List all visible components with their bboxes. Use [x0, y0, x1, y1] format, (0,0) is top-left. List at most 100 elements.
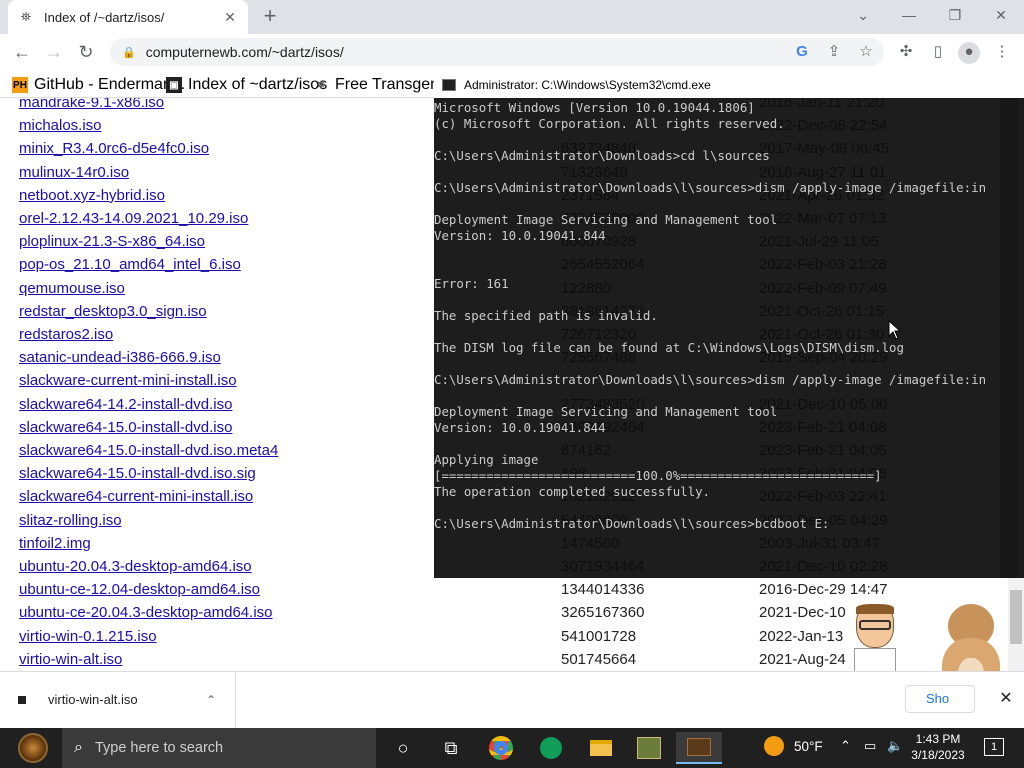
- page-favicon-icon: ⛯: [317, 79, 325, 91]
- file-size: 541001728: [561, 627, 637, 645]
- cmd-line: The specified path is invalid.: [434, 308, 658, 323]
- network-icon[interactable]: ▭: [864, 738, 876, 754]
- bookmark-index[interactable]: ▣ Index of ~dartz/isos: [166, 76, 327, 94]
- file-link[interactable]: redstaros2.iso: [19, 326, 113, 343]
- clock[interactable]: 1:43 PM 3/18/2023: [906, 731, 970, 763]
- cmd-line: C:\Users\Administrator\Downloads\l\sourc…: [434, 372, 987, 387]
- file-link[interactable]: pop-os_21.10_amd64_intel_6.iso: [19, 256, 241, 273]
- file-date: 2021-Aug-24: [759, 650, 846, 668]
- file-link[interactable]: tinfoil2.img: [19, 535, 91, 552]
- side-panel-icon[interactable]: ▯: [927, 42, 949, 62]
- file-link[interactable]: qemumouse.iso: [19, 280, 125, 297]
- file-explorer-icon[interactable]: [584, 732, 618, 764]
- search-icon: ⌕: [74, 739, 83, 756]
- cmd-line: Version: 10.0.19041.844: [434, 420, 606, 435]
- url-text: computernewb.com/~dartz/isos/: [145, 44, 344, 60]
- cmd-titlebar[interactable]: Administrator: C:\Windows\System32\cmd.e…: [434, 72, 1024, 98]
- sun-icon: [764, 736, 784, 756]
- minimize-button[interactable]: —: [886, 0, 932, 30]
- file-link[interactable]: redstar_desktop3.0_sign.iso: [19, 303, 207, 320]
- file-date: 2022-Jan-13: [759, 627, 844, 645]
- file-link[interactable]: virtio-win-alt.iso: [19, 651, 122, 668]
- file-link[interactable]: satanic-undead-i386-666.9.iso: [19, 349, 221, 366]
- cmd-scrollbar[interactable]: [1000, 98, 1018, 578]
- profile-avatar-icon[interactable]: ●: [958, 42, 980, 64]
- file-link[interactable]: ubuntu-ce-12.04-desktop-amd64.iso: [19, 581, 260, 598]
- extensions-icon[interactable]: ✣: [895, 42, 917, 62]
- cmd-title: Administrator: C:\Windows\System32\cmd.e…: [464, 78, 711, 92]
- cmd-line: Version: 10.0.19041.844: [434, 228, 606, 243]
- file-link[interactable]: ploplinux-21.3-S-x86_64.iso: [19, 233, 205, 250]
- file-link[interactable]: netboot.xyz-hybrid.iso: [19, 187, 165, 204]
- chevron-up-icon[interactable]: ⌃: [840, 738, 851, 754]
- back-arrow-icon[interactable]: ←: [10, 40, 34, 64]
- app-icon[interactable]: [632, 732, 666, 764]
- weather-widget[interactable]: 50°F: [764, 736, 823, 756]
- cmd-taskbar-icon[interactable]: [676, 732, 722, 764]
- file-link[interactable]: mandrake-9.1-x86.iso: [19, 98, 164, 111]
- weather-temp: 50°F: [794, 738, 823, 754]
- file-link[interactable]: minix_R3.4.0rc6-d5e4fc0.iso: [19, 140, 209, 157]
- cmd-line: Microsoft Windows [Version 10.0.19044.18…: [434, 100, 755, 115]
- file-link[interactable]: slitaz-rolling.iso: [19, 512, 122, 529]
- file-size: 3265167360: [561, 604, 645, 622]
- file-link[interactable]: slackware64-15.0-install-dvd.iso.meta4: [19, 442, 278, 459]
- file-link[interactable]: slackware64-current-mini-install.iso: [19, 488, 253, 505]
- reload-icon[interactable]: ↻: [74, 40, 98, 64]
- file-link[interactable]: michalos.iso: [19, 117, 102, 134]
- file-link[interactable]: slackware64-14.2-install-dvd.iso: [19, 396, 232, 413]
- bookmark-label: GitHub - Enderman...: [34, 76, 186, 93]
- cmd-line: Deployment Image Servicing and Managemen…: [434, 404, 778, 419]
- notification-icon[interactable]: 1: [984, 738, 1004, 756]
- start-button[interactable]: [10, 731, 56, 765]
- share-icon[interactable]: ⇪: [823, 42, 845, 62]
- cmd-output[interactable]: Microsoft Windows [Version 10.0.19044.18…: [434, 100, 1000, 576]
- chevron-up-icon[interactable]: ⌃: [206, 693, 216, 707]
- show-all-button[interactable]: Sho: [905, 685, 975, 713]
- file-link[interactable]: slackware-current-mini-install.iso: [19, 372, 237, 389]
- file-size: 1344014336: [561, 581, 645, 599]
- cmd-line: Error: 161: [434, 276, 509, 291]
- taskbar-search-box[interactable]: ⌕ Type here to search: [62, 728, 376, 768]
- volume-icon[interactable]: 🔈: [887, 738, 903, 754]
- file-date: 2016-Dec-29 14:47: [759, 581, 888, 599]
- start-orb-icon: [18, 733, 48, 763]
- file-icon: [18, 695, 26, 704]
- download-item[interactable]: virtio-win-alt.iso ⌃: [0, 671, 236, 728]
- google-translate-icon[interactable]: G: [791, 42, 813, 62]
- address-bar[interactable]: 🔒 computernewb.com/~dartz/isos/: [110, 38, 884, 66]
- file-link[interactable]: virtio-win-0.1.215.iso: [19, 628, 157, 645]
- file-link[interactable]: ubuntu-20.04.3-desktop-amd64.iso: [19, 558, 252, 575]
- download-filename: virtio-win-alt.iso: [48, 692, 138, 707]
- menu-kebab-icon[interactable]: ⋮: [991, 42, 1013, 62]
- tab-close-icon[interactable]: ✕: [222, 9, 238, 26]
- bookmark-star-icon[interactable]: ☆: [855, 42, 877, 62]
- restore-button[interactable]: ❐: [932, 0, 978, 30]
- file-link[interactable]: mulinux-14r0.iso: [19, 164, 129, 181]
- file-link[interactable]: slackware64-15.0-install-dvd.iso.sig: [19, 465, 256, 482]
- forward-arrow-icon[interactable]: →: [42, 40, 66, 64]
- file-link[interactable]: slackware64-15.0-install-dvd.iso: [19, 419, 232, 436]
- chrome-icon[interactable]: [484, 732, 518, 764]
- file-link[interactable]: orel-2.12.43-14.09.2021_10.29.iso: [19, 210, 248, 227]
- browser-tab[interactable]: ⛯ Index of /~dartz/isos/ ✕: [8, 0, 248, 34]
- search-placeholder: Type here to search: [94, 740, 224, 756]
- cmd-line: C:\Users\Administrator\Downloads\l\sourc…: [434, 516, 830, 531]
- terminal-favicon-icon: ▣: [166, 77, 182, 93]
- tab-search-icon[interactable]: ⌄: [840, 0, 886, 30]
- new-tab-button[interactable]: +: [256, 4, 284, 30]
- cortana-icon[interactable]: ○: [386, 732, 420, 764]
- close-icon[interactable]: ✕: [996, 688, 1016, 708]
- bookmark-github[interactable]: PH GitHub - Enderman...: [12, 76, 185, 94]
- file-link[interactable]: ubuntu-ce-20.04.3-desktop-amd64.iso: [19, 604, 273, 621]
- bookmark-label: Index of ~dartz/isos: [188, 76, 328, 93]
- cmd-line: (c) Microsoft Corporation. All rights re…: [434, 116, 785, 131]
- lock-icon: 🔒: [122, 46, 136, 59]
- tab-title: Index of /~dartz/isos/: [44, 9, 165, 25]
- page-scrollbar-thumb[interactable]: [1010, 590, 1022, 644]
- task-view-icon[interactable]: ⧉: [434, 732, 468, 764]
- ph-logo-icon: PH: [12, 77, 28, 93]
- cmd-line: Deployment Image Servicing and Managemen…: [434, 212, 778, 227]
- sheets-icon[interactable]: [534, 732, 568, 764]
- window-close-button[interactable]: ✕: [978, 0, 1024, 30]
